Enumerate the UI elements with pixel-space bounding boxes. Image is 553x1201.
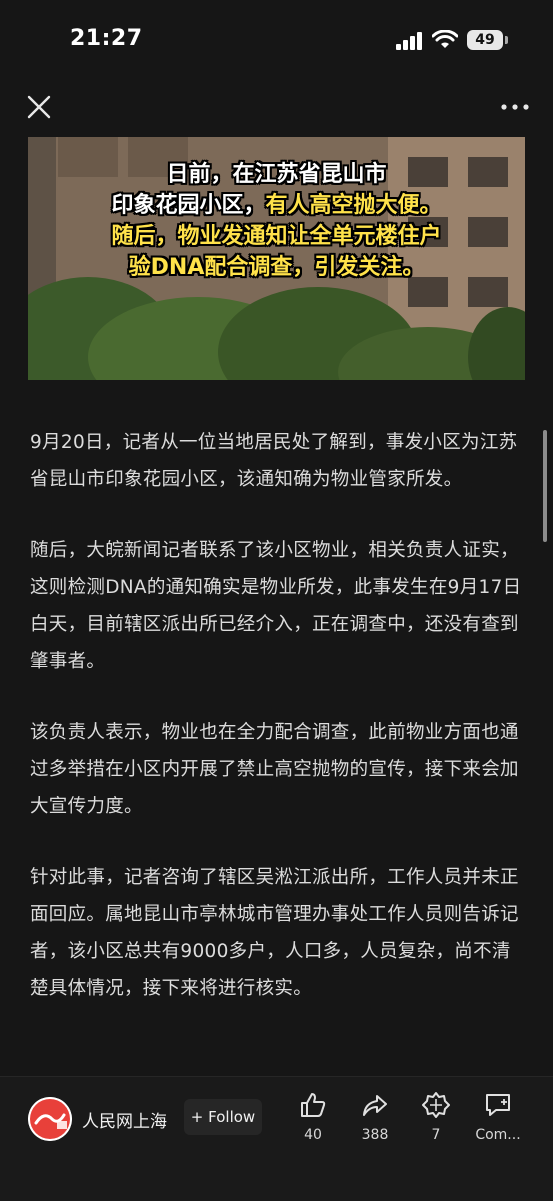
status-time: 21:27 [70, 26, 143, 51]
caption-line: 验DNA配合调查，引发关注。 [28, 252, 525, 283]
comment-button[interactable]: Com... [468, 1091, 528, 1143]
caption-segment-highlight: 随后，物业发通知让全单元楼住户 [111, 224, 442, 249]
close-icon[interactable] [26, 94, 52, 120]
caption-line: 印象花园小区，有人高空抛大便。 [28, 190, 525, 221]
share-count: 388 [361, 1127, 389, 1143]
nav-bar [0, 80, 553, 134]
caption-segment-highlight: 有人高空抛大便。 [265, 193, 442, 218]
like-button[interactable]: 40 [283, 1091, 343, 1143]
badge-icon [422, 1092, 450, 1118]
reward-button[interactable]: 7 [406, 1091, 466, 1143]
caption-segment: 日前，在江苏省昆山市 [166, 162, 387, 187]
share-icon [363, 1095, 387, 1116]
battery-icon: 49 [467, 30, 503, 50]
follow-button[interactable]: + Follow [184, 1099, 262, 1135]
caption-segment-highlight: 验DNA配合调查，引发关注。 [128, 255, 425, 280]
source-logo-icon [28, 1097, 72, 1141]
source-avatar[interactable] [28, 1097, 72, 1141]
scrollbar[interactable] [543, 430, 547, 542]
article-paragraph: 随后，大皖新闻记者联系了该小区物业，相关负责人证实，这则检测DNA的通知确实是物… [30, 540, 522, 672]
hero-image[interactable]: 日前，在江苏省昆山市 印象花园小区，有人高空抛大便。 随后，物业发通知让全单元楼… [28, 137, 525, 380]
comment-count: Com... [475, 1127, 521, 1143]
article-paragraph: 9月20日，记者从一位当地居民处了解到，事发小区为江苏省昆山市印象花园小区，该通… [30, 432, 518, 490]
caption-line: 随后，物业发通知让全单元楼住户 [28, 221, 525, 252]
article-body: 9月20日，记者从一位当地居民处了解到，事发小区为江苏省昆山市印象花园小区，该通… [30, 424, 526, 1041]
like-count: 40 [304, 1127, 322, 1143]
battery-tip [505, 36, 508, 44]
comment-icon [486, 1094, 510, 1116]
source-name[interactable]: 人民网上海 [82, 1107, 167, 1132]
bottom-action-bar: 人民网上海 + Follow 40 388 7 Com... [0, 1076, 553, 1201]
status-bar: 21:27 49 [0, 0, 553, 80]
wifi-icon [432, 30, 458, 48]
caption-line: 日前，在江苏省昆山市 [28, 159, 525, 190]
caption-segment: 印象花园小区， [111, 193, 266, 218]
thumbs-up-icon [301, 1093, 326, 1117]
share-button[interactable]: 388 [345, 1091, 405, 1143]
hero-caption: 日前，在江苏省昆山市 印象花园小区，有人高空抛大便。 随后，物业发通知让全单元楼… [28, 159, 525, 283]
reward-count: 7 [431, 1127, 441, 1143]
more-icon[interactable] [498, 98, 532, 116]
article-paragraph: 针对此事，记者咨询了辖区吴淞江派出所，工作人员并未正面回应。属地昆山市亭林城市管… [30, 867, 519, 999]
signal-icon [396, 32, 422, 50]
article-paragraph: 该负责人表示，物业也在全力配合调查，此前物业方面也通过多举措在小区内开展了禁止高… [30, 722, 519, 817]
